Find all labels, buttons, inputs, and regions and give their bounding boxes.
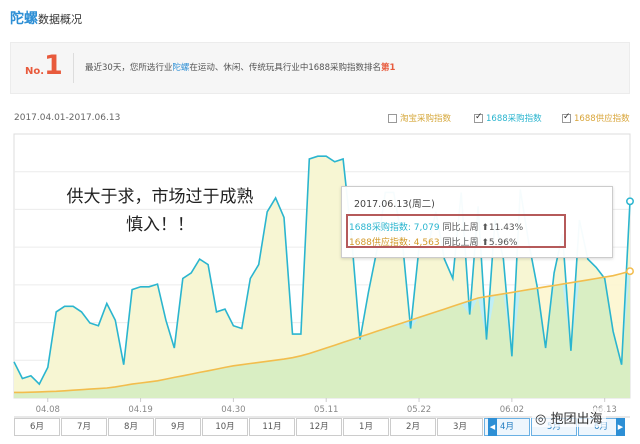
legend-buy-label: 1688采购指数 <box>486 114 542 124</box>
rank-no-label: No. <box>25 66 45 77</box>
tooltip-supply-value: 1688供应指数: 4,563 <box>349 238 440 248</box>
trend-chart[interactable]: 04.0804.1904.3005.1105.2206.0206.13 <box>0 128 640 418</box>
legend-taobao[interactable]: 淘宝采购指数 <box>388 112 451 124</box>
checkbox-supply[interactable] <box>562 112 571 123</box>
timeline-month[interactable]: 8月 <box>108 418 154 436</box>
timeline-month[interactable]: 2月 <box>390 418 436 436</box>
rank-number: No.1 <box>25 51 63 81</box>
x-tick-label: 05.22 <box>407 405 431 415</box>
timeline-right-arrow-icon[interactable]: ▶ <box>616 418 625 436</box>
rank-no-value: 1 <box>44 50 63 81</box>
timeline-month[interactable]: 11月 <box>249 418 295 436</box>
tooltip-supply-compare: 同比上周 <box>442 238 479 248</box>
rank-text-rank: 第1 <box>380 63 396 73</box>
tooltip-buy-value: 1688采购指数: 7,079 <box>349 223 440 233</box>
timeline-month[interactable]: 12月 <box>296 418 342 436</box>
tooltip-buy-change: 11.43% <box>488 223 524 233</box>
legend-buy[interactable]: 1688采购指数 <box>474 112 542 124</box>
tooltip-supply-change: 5.96% <box>488 238 518 248</box>
up-arrow-icon: ⬆ <box>481 223 489 233</box>
up-arrow-icon: ⬆ <box>481 238 489 248</box>
watermark-text: 抱团出海 <box>550 412 603 427</box>
tooltip-buy-row: 1688采购指数: 7,079 同比上周 ⬆11.43% <box>349 220 523 233</box>
legend-taobao-label: 淘宝采购指数 <box>400 114 452 124</box>
watermark: ◎ 抱团出海 <box>532 408 606 427</box>
page-title: 陀螺数据概况 <box>10 8 82 28</box>
tooltip-date: 2017.06.13(周二) <box>354 199 435 210</box>
timeline-month[interactable]: 7月 <box>61 418 107 436</box>
x-tick-label: 05.11 <box>314 405 338 415</box>
wechat-icon: ◎ <box>535 412 547 427</box>
date-range-label: 2017.04.01-2017.06.13 <box>14 113 121 123</box>
x-tick-label: 04.30 <box>221 405 245 415</box>
rank-divider <box>73 53 74 83</box>
title-suffix: 数据概况 <box>38 13 82 26</box>
timeline-month[interactable]: 1月 <box>343 418 389 436</box>
chart-annotation: 供大于求，市场过于成熟 慎入！！ <box>40 183 280 239</box>
point-buy-last <box>626 197 634 206</box>
point-supply-last <box>626 267 634 276</box>
chart-tooltip: 2017.06.13(周二) 1688采购指数: 7,079 同比上周 ⬆11.… <box>341 186 613 258</box>
timeline-month[interactable]: 9月 <box>155 418 201 436</box>
tooltip-buy-compare: 同比上周 <box>442 223 479 233</box>
timeline-month[interactable]: 3月 <box>437 418 483 436</box>
timeline-left-arrow-icon[interactable]: ◀ <box>488 418 497 436</box>
legend-supply[interactable]: 1688供应指数 <box>562 112 630 124</box>
annotation-line-2: 慎入！！ <box>126 215 194 235</box>
x-tick-label: 04.08 <box>36 405 60 415</box>
timeline-month[interactable]: 10月 <box>202 418 248 436</box>
rank-text-middle: 在运动、休闲、传统玩具行业中1688采购指数排名 <box>189 63 381 73</box>
x-tick-label: 06.02 <box>500 405 524 415</box>
x-tick-label: 04.19 <box>128 405 152 415</box>
tooltip-supply-row: 1688供应指数: 4,563 同比上周 ⬆5.96% <box>349 235 517 248</box>
rank-summary-box: No.1 最近30天，您所选行业陀螺在运动、休闲、传统玩具行业中1688采购指数… <box>10 42 630 94</box>
checkbox-buy[interactable] <box>474 112 483 123</box>
timeline-month[interactable]: 6月 <box>14 418 60 436</box>
legend-supply-label: 1688供应指数 <box>574 114 630 124</box>
rank-text-before: 最近30天，您所选行业 <box>85 63 173 73</box>
industry-brand: 陀螺 <box>10 11 38 27</box>
rank-text-industry[interactable]: 陀螺 <box>172 63 189 73</box>
rank-description: 最近30天，您所选行业陀螺在运动、休闲、传统玩具行业中1688采购指数排名第1 <box>85 61 395 73</box>
checkbox-taobao[interactable] <box>388 113 397 123</box>
annotation-line-1: 供大于求，市场过于成熟 <box>66 187 254 207</box>
